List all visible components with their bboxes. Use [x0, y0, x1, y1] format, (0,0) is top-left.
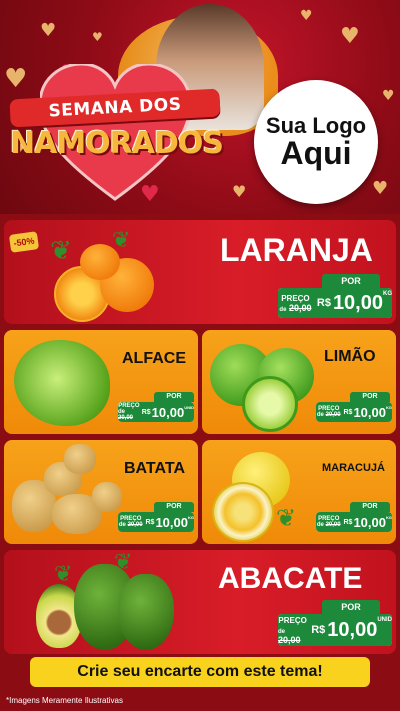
product-card-alface: ALFACE POR PREÇO de 20,00 R$ 10,00 UNID: [4, 330, 198, 434]
event-title: SEMANA DOS NAMORADOS: [9, 88, 224, 164]
price-tag: PREÇO de 20,00 R$ 10,00 UNID: [118, 402, 194, 422]
new-price-box: R$ 10,00 UNID: [139, 402, 194, 422]
cta-banner: Crie seu encarte com este tema!: [30, 657, 370, 687]
leaf-icon: ❦: [112, 228, 131, 253]
old-price: 20,00: [325, 412, 341, 418]
logo-placeholder: Sua Logo Aqui: [254, 80, 378, 204]
leaf-icon: ❦: [54, 562, 73, 587]
leaf-icon: ❦: [50, 236, 72, 266]
product-name: MARACUJÁ: [322, 462, 385, 474]
leaf-icon: ❦: [276, 504, 297, 532]
product-card-limao: LIMÃO POR PREÇO de 20,00 R$ 10,00 KG: [202, 330, 396, 434]
logo-text-2: Aqui: [280, 134, 352, 171]
potato-image: [92, 482, 122, 512]
price-tag: PREÇO de 20,00 R$ 10,00 KG: [316, 512, 392, 532]
unit-label: UNID: [377, 617, 392, 623]
new-price-box: R$ 10,00 KG: [341, 512, 392, 532]
preco-box: PREÇO de 20,00: [278, 288, 313, 318]
old-price: 20,00: [127, 522, 143, 528]
price-tag: PREÇO de 20,00 R$ 10,00 KG: [278, 288, 392, 318]
heart-icon: ♥: [382, 88, 395, 104]
heart-icon: ♥: [40, 20, 57, 41]
logo-text-1: Sua Logo: [265, 112, 367, 138]
currency: R$: [145, 518, 155, 526]
price-tag: PREÇO de 20,00 R$ 10,00 KG: [316, 402, 392, 422]
product-card-laranja: ❦ ❦ LARANJA POR PREÇO de 20,00 R$ 10,00 …: [4, 220, 396, 324]
price-tag: PREÇO de 20,00 R$ 10,00 KG: [118, 512, 194, 532]
de-label: de: [279, 306, 287, 313]
new-price: 10,00: [327, 618, 378, 641]
por-label: POR: [350, 392, 390, 402]
price-tag: PREÇO de 20,00 R$ 10,00 UNID: [278, 614, 392, 646]
lettuce-image: [14, 340, 110, 426]
passion-fruit-half-image: [212, 482, 274, 542]
preco-label: PREÇO: [278, 615, 307, 625]
por-label: POR: [154, 392, 194, 402]
preco-box: PREÇO de 20,00: [118, 402, 140, 422]
new-price-box: R$ 10,00 KG: [312, 288, 392, 318]
product-card-abacate: ❦ ❦ ABACATE POR PREÇO de 20,00 R$ 10,00 …: [4, 550, 396, 654]
lime-half-image: [242, 376, 298, 432]
discount-badge: -50%: [8, 231, 40, 253]
currency: R$: [316, 297, 331, 309]
title-line-2: NAMORADOS: [10, 126, 224, 161]
de-label: de: [316, 522, 324, 528]
currency: R$: [343, 518, 353, 526]
currency: R$: [141, 408, 151, 416]
por-label: POR: [322, 600, 380, 614]
footnote: *Imagens Meramente Ilustrativas: [6, 696, 123, 705]
old-price: 20,00: [278, 634, 301, 645]
new-price: 10,00: [332, 291, 383, 314]
por-label: POR: [350, 502, 390, 512]
heart-icon: ♥: [372, 178, 389, 199]
currency: R$: [311, 624, 326, 636]
heart-icon: ♥: [232, 182, 247, 201]
old-price: 20,00: [118, 415, 134, 421]
new-price: 10,00: [151, 404, 185, 420]
unit-label: KG: [383, 291, 392, 297]
potato-image: [64, 444, 96, 474]
product-name: LARANJA: [220, 232, 373, 268]
preco-label: PREÇO: [281, 293, 310, 303]
currency: R$: [343, 408, 353, 416]
por-label: POR: [154, 502, 194, 512]
heart-icon: ♥: [92, 30, 103, 44]
preco-box: PREÇO de 20,00: [316, 512, 342, 532]
product-card-maracuja: ❦ MARACUJÁ POR PREÇO de 20,00 R$ 10,00 K…: [202, 440, 396, 544]
unit-label: KG: [188, 515, 194, 520]
por-label: POR: [322, 274, 380, 288]
new-price-box: R$ 10,00 UNID: [307, 614, 392, 646]
old-price: 20,00: [325, 522, 341, 528]
product-card-batata: BATATA POR PREÇO de 20,00 R$ 10,00 KG: [4, 440, 198, 544]
product-name: BATATA: [124, 460, 186, 477]
heart-icon: ♥: [4, 64, 28, 94]
product-name: ABACATE: [218, 562, 363, 595]
new-price-box: R$ 10,00 KG: [341, 402, 392, 422]
header-banner: ♥ ♥ ♥ ♥ ♥ ♥ ♥ ♥ ♥ ♥ ♥ SEMANA DOS NAMORAD…: [0, 0, 400, 214]
unit-label: KG: [386, 515, 392, 520]
preco-box: PREÇO de 20,00: [278, 614, 308, 646]
preco-box: PREÇO de 20,00: [118, 512, 144, 532]
new-price: 10,00: [353, 514, 386, 530]
title-line-1: SEMANA DOS: [9, 88, 221, 128]
product-name: LIMÃO: [324, 348, 376, 365]
new-price-box: R$ 10,00 KG: [143, 512, 194, 532]
product-name: ALFACE: [122, 350, 186, 367]
old-price: 20,00: [288, 302, 312, 313]
de-label: de: [118, 522, 126, 528]
heart-icon: ♥: [300, 8, 313, 24]
heart-icon: ♥: [340, 24, 360, 49]
new-price: 10,00: [353, 404, 386, 420]
new-price: 10,00: [155, 514, 188, 530]
unit-label: KG: [386, 405, 392, 410]
preco-box: PREÇO de 20,00: [316, 402, 342, 422]
avocado-image: [118, 574, 174, 650]
de-label: de: [316, 412, 324, 418]
leaf-icon: ❦: [114, 550, 133, 575]
unit-label: UNID: [184, 405, 194, 410]
